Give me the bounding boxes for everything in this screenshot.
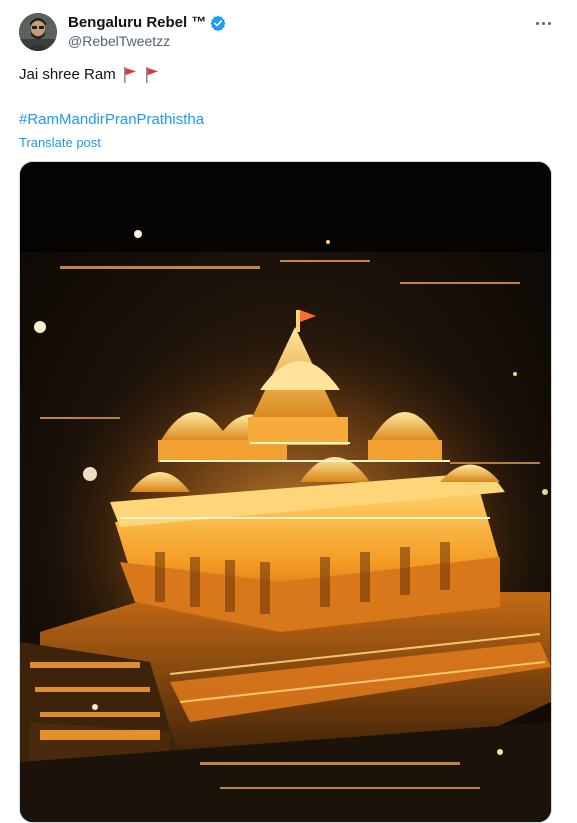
more-dot-icon [535,21,539,25]
post-text: Jai shree Ram [19,65,160,85]
verified-badge-icon [210,15,226,32]
red-flag-emoji-icon [122,66,138,84]
hashtag-link[interactable]: #RamMandirPranPrathistha [19,110,204,130]
author-name-row[interactable]: Bengaluru Rebel ™ [68,14,226,32]
author-avatar[interactable] [19,13,57,51]
author-display-name[interactable]: Bengaluru Rebel ™ [68,14,206,32]
more-dot-icon [547,21,551,25]
more-dot-icon [541,21,545,25]
red-flag-emoji-icon [144,66,160,84]
temple-night-image [20,162,551,822]
more-options-button[interactable] [531,12,555,34]
post-media-image[interactable] [19,161,552,823]
tweet-post: Bengaluru Rebel ™ @RebelTweetzz Jai shre… [0,0,577,823]
author-handle[interactable]: @RebelTweetzz [68,33,170,50]
translate-post-link[interactable]: Translate post [19,135,101,151]
post-text-content: Jai shree Ram [19,66,116,83]
